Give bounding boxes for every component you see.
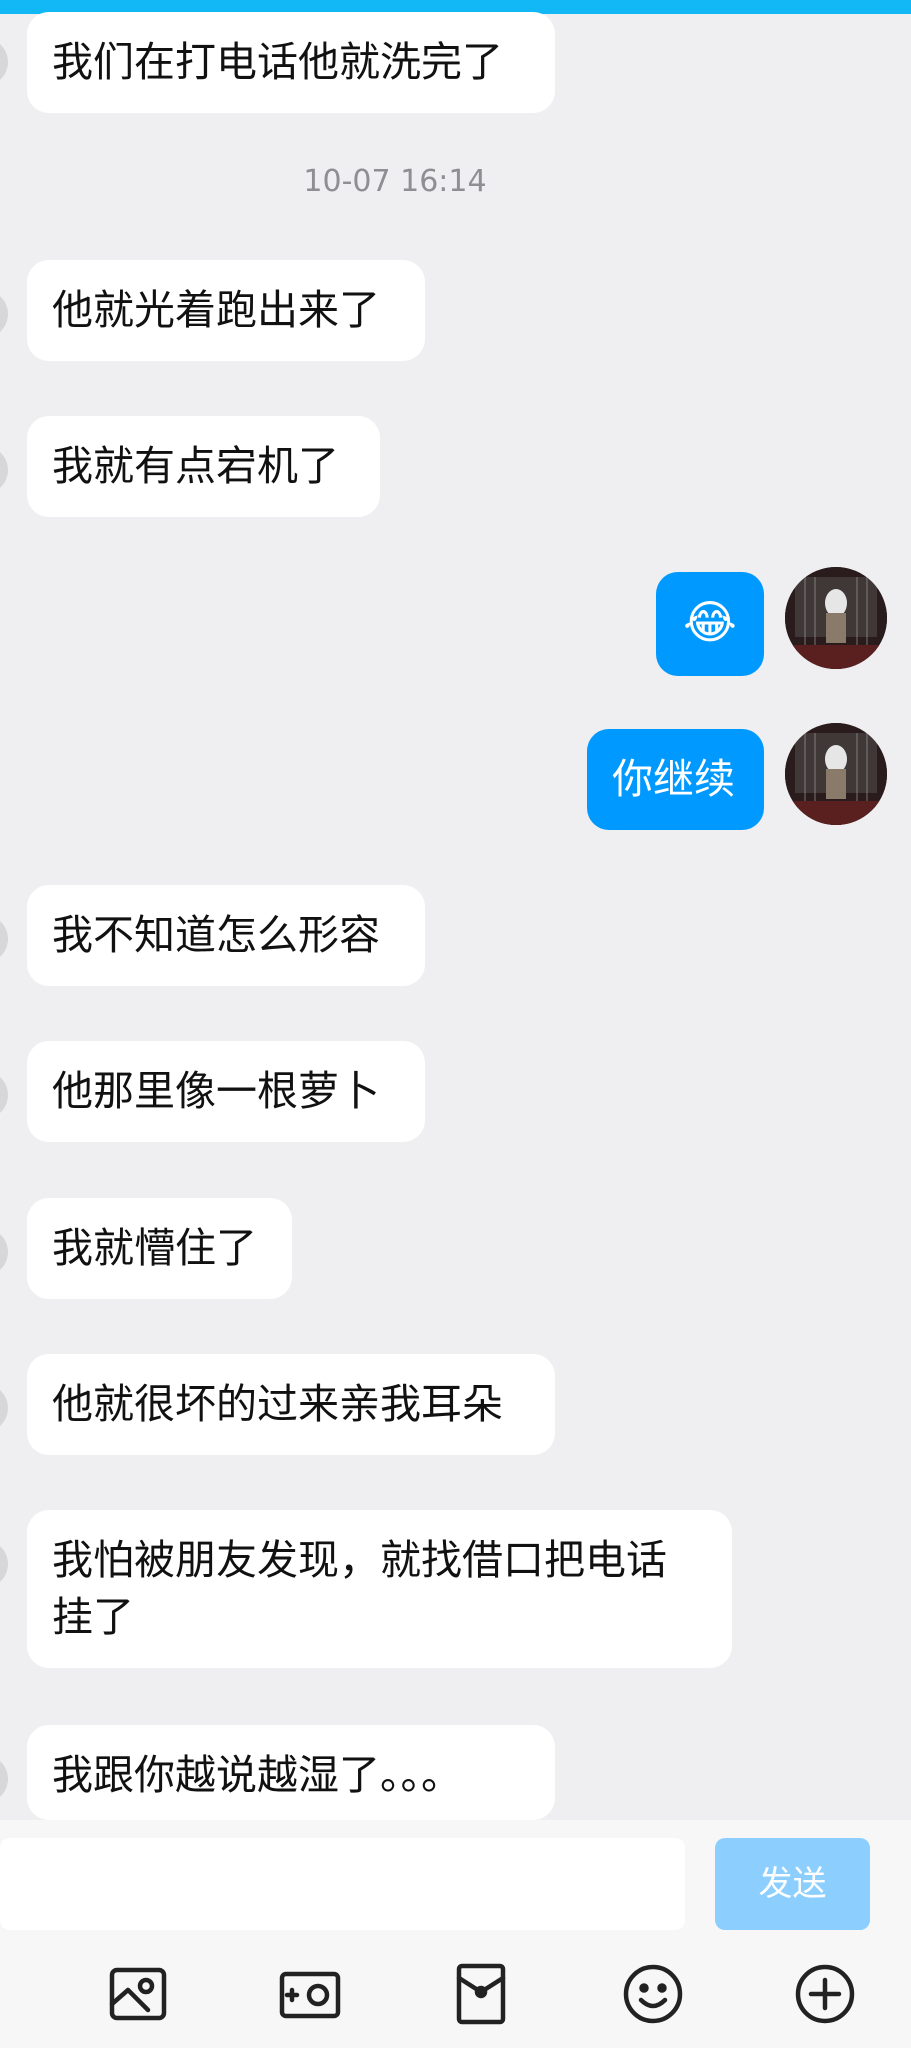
message-bubble-incoming[interactable]: 我怕被朋友发现，就找借口把电话 挂了 bbox=[27, 1510, 732, 1668]
message-bubble-incoming[interactable]: 他就光着跑出来了 bbox=[27, 260, 425, 361]
send-button[interactable]: 发送 bbox=[715, 1838, 870, 1930]
message-text: 我跟你越说越湿了。。。 bbox=[52, 1751, 462, 1799]
message-text: 我就有点宕机了 bbox=[52, 442, 339, 490]
message-bubble-incoming[interactable]: 他就很坏的过来亲我耳朵 bbox=[27, 1354, 555, 1455]
contact-avatar[interactable] bbox=[0, 915, 8, 963]
image-icon[interactable] bbox=[104, 1960, 172, 2028]
my-avatar[interactable] bbox=[785, 567, 887, 669]
message-text: 我不知道怎么形容 bbox=[52, 911, 380, 959]
emoji-icon[interactable] bbox=[619, 1960, 687, 2028]
red-packet-icon[interactable] bbox=[447, 1960, 515, 2028]
message-text: 他就很坏的过来亲我耳朵 bbox=[52, 1380, 503, 1428]
message-bubble-incoming[interactable]: 我就懵住了 bbox=[27, 1198, 292, 1299]
message-bubble-incoming[interactable]: 他那里像一根萝卜 bbox=[27, 1041, 425, 1142]
contact-avatar[interactable] bbox=[0, 1384, 8, 1432]
contact-avatar[interactable] bbox=[0, 1228, 8, 1276]
message-text: 你继续 bbox=[612, 755, 735, 803]
message-bubble-outgoing[interactable]: 你继续 bbox=[587, 729, 764, 830]
plus-icon[interactable] bbox=[791, 1960, 859, 2028]
message-bubble-incoming[interactable]: 我不知道怎么形容 bbox=[27, 885, 425, 986]
message-text: 他那里像一根萝卜 bbox=[52, 1067, 380, 1115]
contact-avatar[interactable] bbox=[0, 1071, 8, 1119]
message-bubble-incoming[interactable]: 我就有点宕机了 bbox=[27, 416, 380, 517]
message-bubble-incoming[interactable]: 我跟你越说越湿了。。。 bbox=[27, 1725, 555, 1820]
message-timestamp: 10-07 16:14 bbox=[303, 164, 487, 199]
message-text-line: 挂了 bbox=[52, 1593, 134, 1641]
camera-icon[interactable] bbox=[276, 1960, 344, 2028]
contact-avatar[interactable] bbox=[0, 1540, 8, 1588]
message-text: 他就光着跑出来了 bbox=[52, 286, 380, 334]
contact-avatar[interactable] bbox=[0, 1755, 8, 1803]
message-text-line: 我怕被朋友发现，就找借口把电话 bbox=[52, 1536, 667, 1584]
contact-avatar[interactable] bbox=[0, 290, 8, 338]
message-text: 我们在打电话他就洗完了 bbox=[52, 38, 503, 86]
laughing-emoji: 😂 bbox=[683, 595, 737, 649]
message-bubble-outgoing[interactable]: 😂 bbox=[656, 572, 764, 676]
contact-avatar[interactable] bbox=[0, 446, 8, 494]
message-bubble-incoming[interactable]: 我们在打电话他就洗完了 bbox=[27, 12, 555, 113]
message-input[interactable] bbox=[0, 1838, 685, 1930]
my-avatar[interactable] bbox=[785, 723, 887, 825]
message-text: 我就懵住了 bbox=[52, 1224, 257, 1272]
contact-avatar[interactable] bbox=[0, 38, 8, 86]
